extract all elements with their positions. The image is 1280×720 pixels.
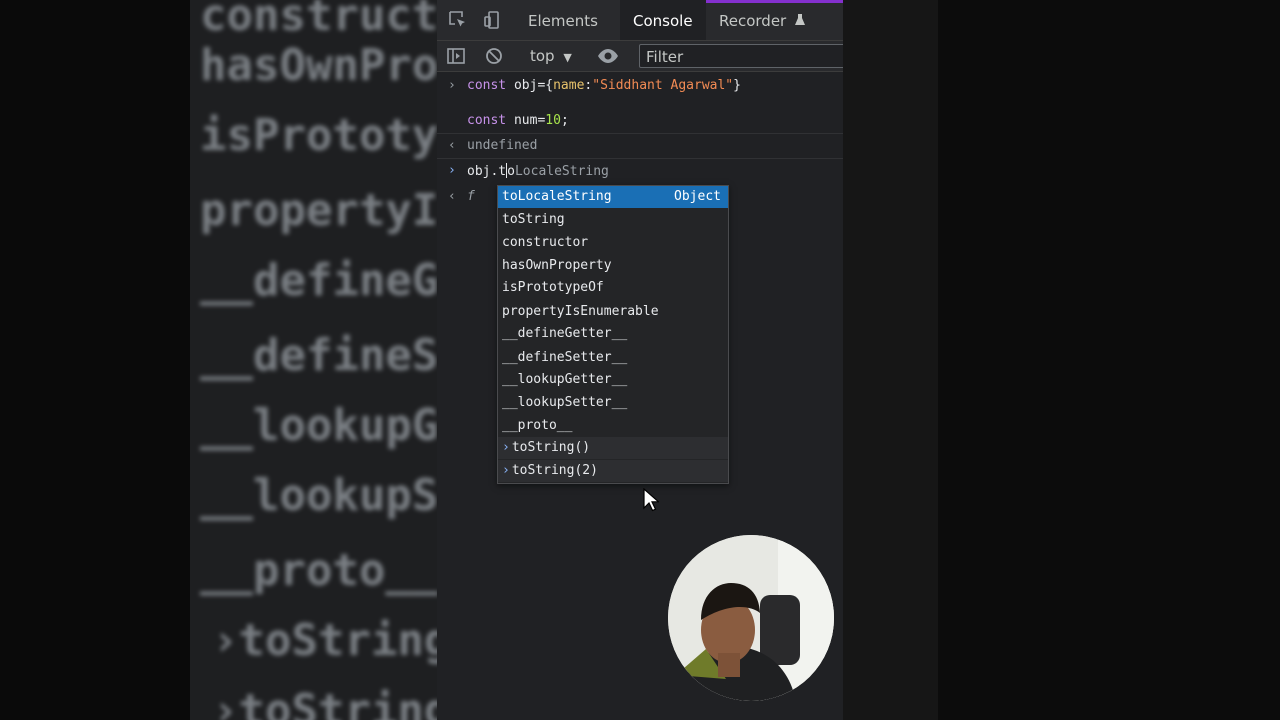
autocomplete-type-label: Object <box>674 189 721 204</box>
background-text: ›toString <box>212 615 437 666</box>
typed-text: obj.t <box>467 164 507 179</box>
typed-text: o <box>507 164 515 179</box>
input-chevron-icon: › <box>448 78 456 93</box>
background-text: __lookupS <box>200 470 437 521</box>
flask-icon <box>791 12 806 30</box>
prompt-chevron-icon: › <box>448 163 456 178</box>
background-text: constructo <box>200 0 437 41</box>
mouse-cursor-icon <box>643 487 661 516</box>
autocomplete-item[interactable]: __proto__ <box>498 415 728 437</box>
context-selector[interactable]: top ▼ <box>530 47 572 65</box>
background-text: ›toString <box>212 685 437 720</box>
number-literal: 10 <box>545 113 561 128</box>
operator: ; <box>560 113 569 128</box>
autocomplete-item[interactable]: isPrototypeOf <box>498 277 728 299</box>
webcam-overlay <box>668 535 834 701</box>
devtools-tabbar: Elements Console Recorder <box>437 0 843 41</box>
operator: } <box>733 78 741 93</box>
autocomplete-item[interactable]: __lookupGetter__ <box>498 369 728 391</box>
tab-console[interactable]: Console <box>620 0 706 40</box>
background-text: propertyI <box>200 185 437 236</box>
autocomplete-item[interactable]: __defineGetter__ <box>498 323 728 345</box>
identifier: num <box>513 113 538 128</box>
autocomplete-hint: LocaleString <box>514 164 609 179</box>
divider <box>437 158 843 159</box>
tab-elements[interactable]: Elements <box>528 0 608 40</box>
keyword: const <box>467 78 507 93</box>
code-line: const num=10; <box>467 113 569 128</box>
prompt-text: obj.toLocaleString <box>467 163 609 179</box>
device-toolbar-icon[interactable] <box>482 10 502 30</box>
autocomplete-dropdown: toLocaleString Object toString construct… <box>497 185 729 484</box>
autocomplete-item[interactable]: propertyIsEnumerable <box>498 301 728 323</box>
history-item-label: toString(2) <box>511 463 598 478</box>
autocomplete-item[interactable]: hasOwnProperty <box>498 255 728 277</box>
console-toolbar: top ▼ <box>437 41 843 72</box>
filter-input[interactable] <box>646 48 836 66</box>
tab-recorder[interactable]: Recorder <box>719 0 806 40</box>
code-line: const obj={name:"Siddhant Agarwal"} <box>467 78 741 93</box>
background-text: __lookupG <box>200 400 437 451</box>
divider <box>437 133 843 134</box>
dropdown-arrow-icon: ▼ <box>563 51 572 64</box>
background-text: __defineG <box>200 255 437 306</box>
background-blurred-left: constructo hasOwnPro isPrototy propertyI… <box>0 0 437 720</box>
history-item-label: toString() <box>511 440 591 455</box>
autocomplete-item[interactable]: __defineSetter__ <box>498 347 728 369</box>
background-band <box>843 0 938 720</box>
operator: ={ <box>537 78 554 93</box>
background-edge <box>0 0 190 720</box>
chevron-right-icon: › <box>502 463 510 478</box>
background-text: isPrototy <box>200 110 437 161</box>
tab-recorder-label: Recorder <box>719 12 787 30</box>
autocomplete-item[interactable]: toString <box>498 209 728 231</box>
property-key: name <box>553 78 585 93</box>
inspect-element-icon[interactable] <box>448 10 468 30</box>
string-literal: "Siddhant Agarwal" <box>592 78 734 93</box>
chevron-right-icon: › <box>502 440 510 455</box>
result-arrow-icon: ‹ <box>448 138 456 153</box>
background-text: __proto__ <box>200 545 437 596</box>
background-right <box>843 0 1280 720</box>
clear-console-icon[interactable] <box>484 46 504 66</box>
autocomplete-item-label: toLocaleString <box>502 189 612 204</box>
context-label: top <box>530 47 555 65</box>
autocomplete-item[interactable]: constructor <box>498 232 728 254</box>
autocomplete-item[interactable]: __lookupSetter__ <box>498 392 728 414</box>
result-value: undefined <box>467 138 538 153</box>
presenter-avatar <box>668 535 834 701</box>
eye-icon[interactable] <box>597 46 618 66</box>
identifier: obj <box>513 78 538 93</box>
keyword: const <box>467 113 507 128</box>
sidebar-toggle-icon[interactable] <box>446 46 466 66</box>
background-text: __defineS <box>200 330 437 381</box>
autocomplete-history-item[interactable]: › toString() <box>498 437 728 459</box>
filter-box <box>639 44 843 68</box>
background-text: hasOwnPro <box>200 40 437 91</box>
autocomplete-item[interactable]: toLocaleString Object <box>498 186 728 208</box>
autocomplete-history-item[interactable]: › toString(2) <box>498 460 728 482</box>
function-preview: f <box>467 189 475 204</box>
result-arrow-icon: ‹ <box>448 189 456 204</box>
